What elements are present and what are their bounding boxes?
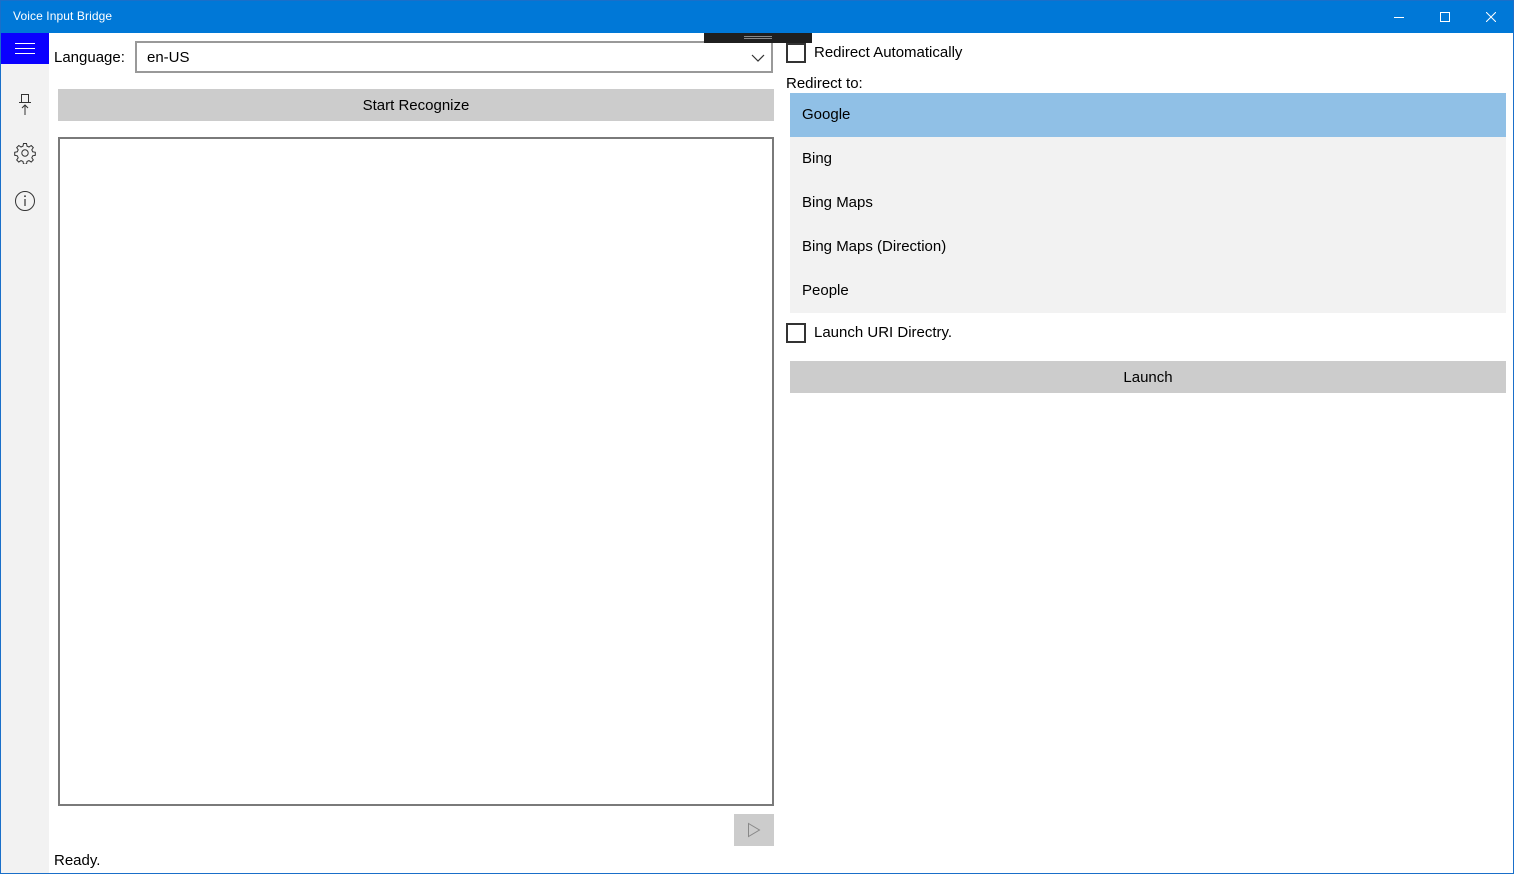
redirect-item-bing[interactable]: Bing: [790, 137, 1506, 181]
gear-icon: [14, 143, 36, 164]
rail-item-pin[interactable]: [1, 85, 49, 125]
redirect-item-bing-maps-direction[interactable]: Bing Maps (Direction): [790, 225, 1506, 269]
play-icon: [748, 822, 761, 838]
redirect-item-google[interactable]: Google: [790, 93, 1506, 137]
title-bar[interactable]: Voice Input Bridge: [1, 1, 1513, 33]
window-title: Voice Input Bridge: [13, 9, 113, 23]
minimize-icon: [1394, 17, 1404, 18]
start-recognize-button[interactable]: Start Recognize: [58, 89, 774, 121]
rail-item-settings[interactable]: [1, 133, 49, 173]
pin-icon: [19, 94, 31, 115]
language-select[interactable]: en-US: [135, 41, 773, 73]
close-button[interactable]: [1468, 1, 1514, 33]
hamburger-button[interactable]: [1, 33, 49, 64]
redirect-automatically-label[interactable]: Redirect Automatically: [814, 44, 962, 61]
status-text: Ready.: [54, 852, 101, 869]
play-button[interactable]: [734, 814, 774, 846]
app-window: Voice Input Bridge Language: en-US Start…: [0, 0, 1514, 874]
grip-icon: [744, 36, 772, 39]
launch-button[interactable]: Launch: [790, 361, 1506, 393]
close-icon: [1486, 12, 1496, 22]
launch-uri-checkbox[interactable]: [786, 323, 806, 343]
chevron-down-icon: [751, 54, 765, 62]
language-label: Language:: [54, 49, 125, 66]
minimize-button[interactable]: [1376, 1, 1422, 33]
redirect-automatically-checkbox[interactable]: [786, 43, 806, 63]
maximize-button[interactable]: [1422, 1, 1468, 33]
info-icon: [15, 191, 35, 211]
redirect-item-people[interactable]: People: [790, 269, 1506, 313]
drag-handle[interactable]: [704, 33, 812, 43]
launch-uri-label[interactable]: Launch URI Directry.: [814, 324, 952, 341]
rail-item-about[interactable]: [1, 181, 49, 221]
recognition-result-textbox[interactable]: [58, 137, 774, 806]
language-value: en-US: [147, 49, 190, 66]
hamburger-icon: [15, 42, 35, 54]
redirect-item-bing-maps[interactable]: Bing Maps: [790, 181, 1506, 225]
redirect-to-label: Redirect to:: [786, 75, 863, 92]
nav-rail: [1, 33, 49, 873]
maximize-icon: [1440, 12, 1450, 22]
redirect-list: Google Bing Bing Maps Bing Maps (Directi…: [790, 93, 1506, 313]
